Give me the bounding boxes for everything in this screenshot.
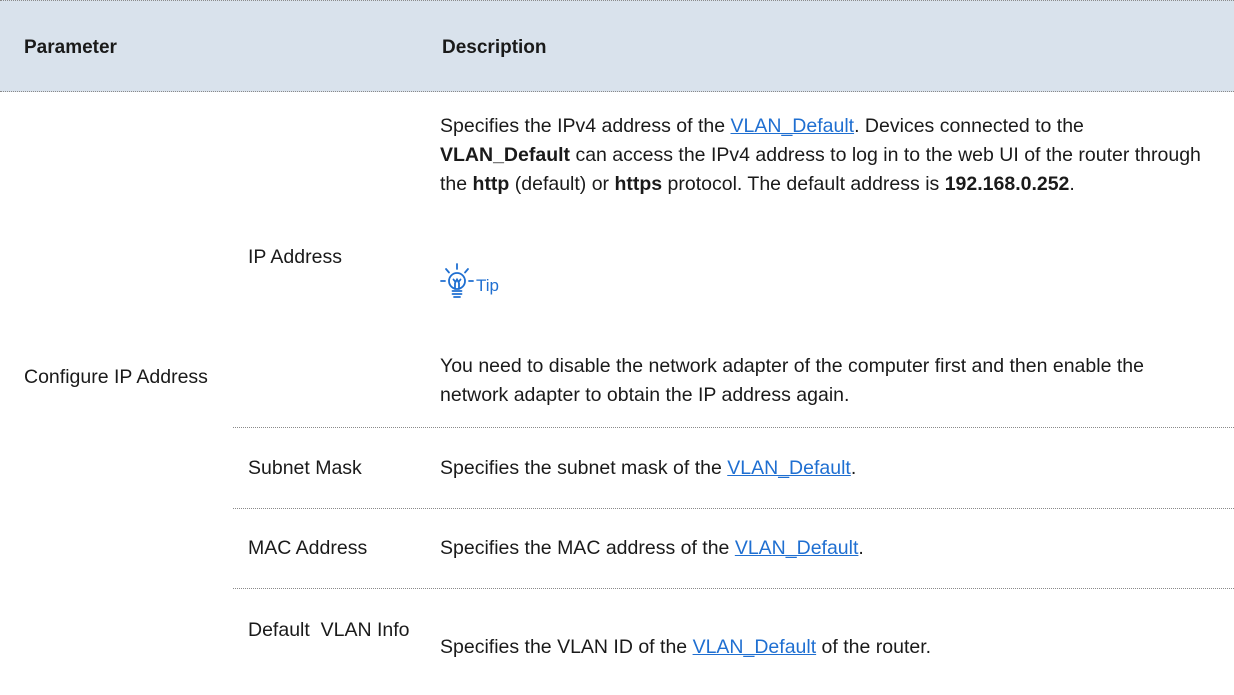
param-default-vlan-info: Default VLAN Info <box>248 619 410 641</box>
lightbulb-icon <box>440 263 474 308</box>
row-divider <box>233 427 1234 428</box>
vlan-default-link[interactable]: VLAN_Default <box>735 537 859 559</box>
tip-callout: Tip <box>440 263 499 308</box>
desc-subnet-mask: Specifies the subnet mask of the VLAN_De… <box>440 457 857 479</box>
desc-ip-address: Specifies the IPv4 address of the VLAN_D… <box>440 115 1201 195</box>
vlan-default-link[interactable]: VLAN_Default <box>727 457 851 479</box>
param-mac-address: MAC Address <box>248 537 368 559</box>
row-divider <box>233 588 1234 589</box>
vlan-default-link[interactable]: VLAN_Default <box>693 636 817 658</box>
vlan-default-link[interactable]: VLAN_Default <box>731 115 855 137</box>
header-description: Description <box>442 37 547 58</box>
row-divider <box>233 508 1234 509</box>
header-parameter: Parameter <box>24 37 117 58</box>
param-subnet-mask: Subnet Mask <box>248 457 362 479</box>
param-ip-address: IP Address <box>248 246 342 268</box>
desc-mac-address: Specifies the MAC address of the VLAN_De… <box>440 537 864 559</box>
tip-label: Tip <box>476 275 499 295</box>
desc-default-vlan-info: Specifies the VLAN ID of the VLAN_Defaul… <box>440 636 932 658</box>
tip-text: You need to disable the network adapter … <box>440 355 1144 406</box>
group-label: Configure IP Address <box>24 366 208 388</box>
table-header: Parameter Description <box>0 0 1234 92</box>
